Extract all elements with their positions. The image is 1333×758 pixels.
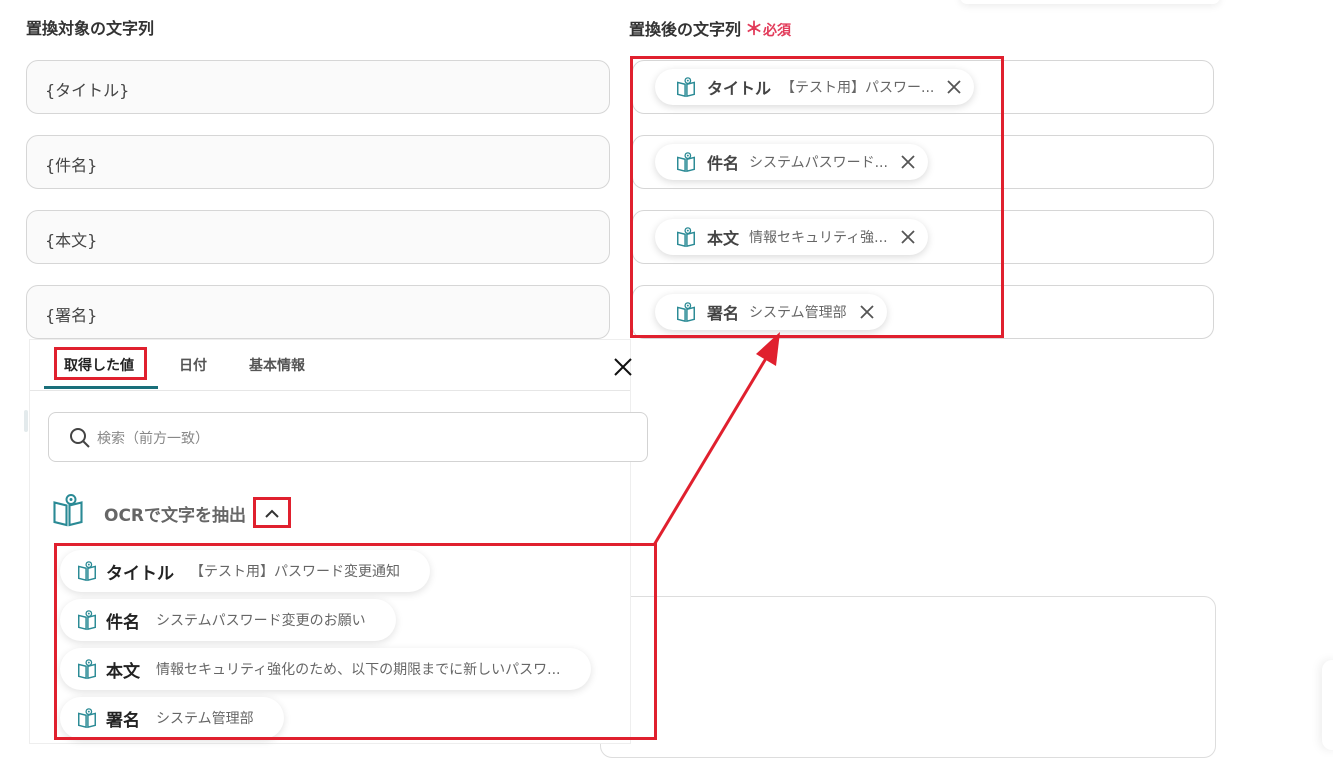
arrow-annotation — [652, 332, 780, 546]
